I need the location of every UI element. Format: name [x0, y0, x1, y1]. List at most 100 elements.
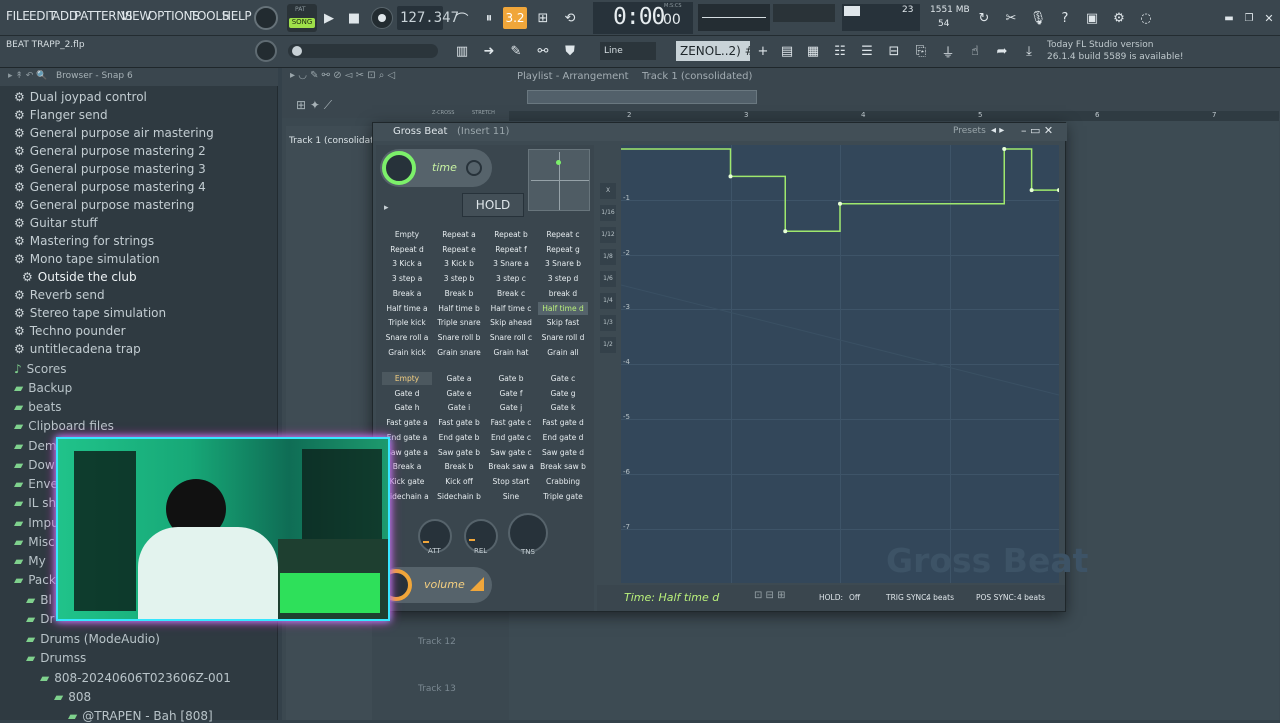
- volume-preset-button[interactable]: Triple gate: [538, 490, 588, 503]
- pattern-select[interactable]: ZENOL..2) #2: [676, 41, 750, 61]
- time-preset-button[interactable]: Snare roll a: [382, 331, 432, 344]
- browser-preset-item[interactable]: ⚙ Flanger send: [14, 108, 108, 122]
- pencil-icon[interactable]: ✎: [505, 40, 527, 62]
- browser-folder-item[interactable]: ♪ Scores: [14, 362, 67, 376]
- plugin-icon[interactable]: ⊟: [883, 40, 905, 62]
- volume-preset-button[interactable]: Gate d: [382, 387, 432, 400]
- timeline-ruler[interactable]: 2 3 4 5 6 7: [509, 111, 1279, 121]
- window-controls[interactable]: – ▭ ✕: [1021, 124, 1053, 137]
- cut-icon[interactable]: ✂: [1000, 7, 1022, 29]
- time-preset-button[interactable]: 3 Kick b: [434, 257, 484, 270]
- time-preset-button[interactable]: break d: [538, 287, 588, 300]
- stop-button[interactable]: ■: [343, 7, 365, 29]
- volume-preset-button[interactable]: Gate i: [434, 401, 484, 414]
- menu-view[interactable]: VIEW: [121, 9, 151, 23]
- volume-preset-button[interactable]: Fast gate a: [382, 416, 432, 429]
- volume-preset-button[interactable]: Break b: [434, 460, 484, 473]
- volume-preset-button[interactable]: Fast gate c: [486, 416, 536, 429]
- xy-pad[interactable]: [528, 149, 590, 211]
- browser-preset-item[interactable]: ⚙ General purpose mastering 2: [14, 144, 206, 158]
- time-preset-button[interactable]: 3 step c: [486, 272, 536, 285]
- close-icon[interactable]: ✕: [1258, 7, 1280, 29]
- time-preset-button[interactable]: Repeat f: [486, 243, 536, 256]
- tns-knob[interactable]: [508, 513, 548, 553]
- envelope-point[interactable]: [838, 201, 842, 206]
- share-icon[interactable]: ➦: [991, 40, 1013, 62]
- horizontal-scrollbar[interactable]: [527, 90, 757, 104]
- volume-preset-button[interactable]: Break saw b: [538, 460, 588, 473]
- save-icon[interactable]: ▣: [1081, 7, 1103, 29]
- volume-preset-button[interactable]: Saw gate d: [538, 446, 588, 459]
- time-preset-button[interactable]: 3 Snare a: [486, 257, 536, 270]
- volume-preset-button[interactable]: Gate f: [486, 387, 536, 400]
- browser-folder-item[interactable]: ▰ Enve: [14, 477, 58, 491]
- volume-preset-button[interactable]: End gate c: [486, 431, 536, 444]
- volume-preset-button[interactable]: Fast gate b: [434, 416, 484, 429]
- browser-nav-icons[interactable]: ▸ ↟ ↶ 🔍: [8, 71, 47, 81]
- resolution-button[interactable]: 1/16: [600, 205, 616, 221]
- resolution-button[interactable]: 1/8: [600, 249, 616, 265]
- volume-preset-button[interactable]: Gate a: [434, 372, 484, 385]
- mixer-faders-icon[interactable]: ☰: [856, 40, 878, 62]
- news-line-2[interactable]: 26.1.4 build 5589 is available!: [1047, 52, 1184, 62]
- browser-preset-item[interactable]: ⚙ Mastering for strings: [14, 234, 154, 248]
- volume-preset-button[interactable]: Gate c: [538, 372, 588, 385]
- browser-folder-item[interactable]: ▰ Backup: [14, 381, 72, 395]
- resolution-button[interactable]: 1/6: [600, 271, 616, 287]
- browser-preset-item[interactable]: ⚙ untitlecadena trap: [14, 342, 141, 356]
- time-preset-button[interactable]: Half time a: [382, 302, 432, 315]
- loop-record-icon[interactable]: ⟲: [559, 7, 581, 29]
- resolution-button[interactable]: 1/4: [600, 293, 616, 309]
- main-slider[interactable]: [288, 44, 438, 58]
- ramp-icon[interactable]: [470, 577, 484, 591]
- browser-folder-item[interactable]: ▰ Dow: [14, 458, 55, 472]
- time-preset-button[interactable]: Grain all: [538, 346, 588, 359]
- volume-preset-button[interactable]: Gate g: [538, 387, 588, 400]
- restore-icon[interactable]: ❐: [1238, 7, 1260, 29]
- time-preset-button[interactable]: Snare roll b: [434, 331, 484, 344]
- time-preset-button[interactable]: Repeat a: [434, 228, 484, 241]
- browser-folder-item[interactable]: ▰ Pack: [14, 573, 56, 587]
- envelope-point[interactable]: [1057, 188, 1059, 193]
- tempo-display[interactable]: 127.347: [397, 6, 459, 30]
- browser-folder-item[interactable]: ▰ 808: [54, 690, 91, 704]
- volume-pill[interactable]: volume: [380, 567, 492, 603]
- presets-button[interactable]: Presets: [953, 126, 986, 136]
- time-preset-button[interactable]: Break b: [434, 287, 484, 300]
- time-preset-button[interactable]: Triple snare: [434, 316, 484, 329]
- time-preset-button[interactable]: Repeat c: [538, 228, 588, 241]
- hold-select[interactable]: Off: [849, 593, 860, 602]
- footer-tool-icons[interactable]: ⊡ ⊟ ⊞: [754, 590, 786, 601]
- browser-preset-item[interactable]: ⚙ Outside the club: [22, 270, 137, 284]
- pat-song-toggle[interactable]: PAT SONG: [287, 4, 317, 32]
- minimize-icon[interactable]: ▬: [1218, 7, 1240, 29]
- time-preset-button[interactable]: Empty: [382, 228, 432, 241]
- time-preset-button[interactable]: Repeat d: [382, 243, 432, 256]
- volume-preset-button[interactable]: Crabbing: [538, 475, 588, 488]
- browser-folder-item[interactable]: ▰ 808-20240606T023606Z-001: [40, 671, 231, 685]
- time-preset-button[interactable]: Break c: [486, 287, 536, 300]
- time-preset-button[interactable]: 3 Snare b: [538, 257, 588, 270]
- playlist-mode-icons[interactable]: ⊞ ✦ ⟋: [296, 98, 332, 113]
- time-preset-button[interactable]: Snare roll c: [486, 331, 536, 344]
- browser-folder-item[interactable]: ▰ Dem: [14, 439, 57, 453]
- browser-folder-item[interactable]: ▰ Impu: [14, 516, 59, 530]
- time-preset-button[interactable]: 3 Kick a: [382, 257, 432, 270]
- browser-preset-item[interactable]: ⚙ General purpose air mastering: [14, 126, 214, 140]
- envelope-point[interactable]: [1002, 147, 1007, 151]
- browser-folder-item[interactable]: ▰ Drums (ModeAudio): [26, 632, 160, 646]
- master-pitch-knob[interactable]: [255, 40, 277, 62]
- volume-preset-button[interactable]: Gate k: [538, 401, 588, 414]
- browser-folder-item[interactable]: ▰ My: [14, 554, 46, 568]
- menu-help[interactable]: HELP: [222, 9, 252, 23]
- time-preset-button[interactable]: 3 step d: [538, 272, 588, 285]
- browser-folder-item[interactable]: ▰ Clipboard files: [14, 419, 114, 433]
- volume-preset-button[interactable]: Saw gate b: [434, 446, 484, 459]
- step-icon[interactable]: ☷: [829, 40, 851, 62]
- volume-preset-button[interactable]: Gate b: [486, 372, 536, 385]
- browser-folder-item[interactable]: ▰ Dr: [26, 612, 54, 626]
- time-preset-button[interactable]: Half time c: [486, 302, 536, 315]
- resolution-button[interactable]: 1/2: [600, 337, 616, 353]
- volume-preset-button[interactable]: Gate h: [382, 401, 432, 414]
- menu-file[interactable]: FILE: [6, 9, 30, 23]
